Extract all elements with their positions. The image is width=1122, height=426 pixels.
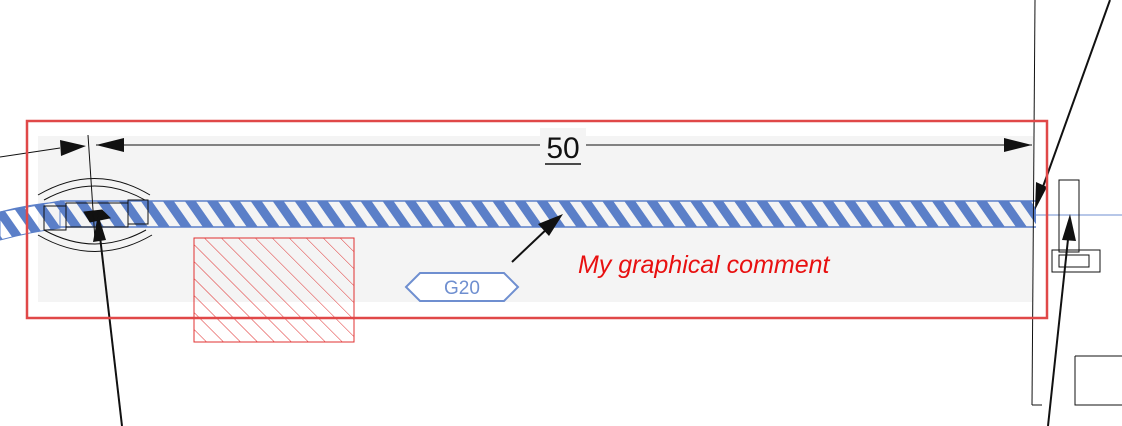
drawing-canvas[interactable]: 50 G20 My graphical comment [0, 0, 1122, 426]
arrow-head-right [1062, 214, 1076, 241]
graphical-comment[interactable]: My graphical comment [578, 251, 831, 279]
hatched-zone[interactable] [193, 237, 355, 343]
arrow-head-top-right [1035, 182, 1047, 210]
tag-label: G20 [444, 278, 480, 299]
tag-g20[interactable]: G20 [404, 272, 520, 302]
dimension-value: 50 [546, 132, 579, 165]
